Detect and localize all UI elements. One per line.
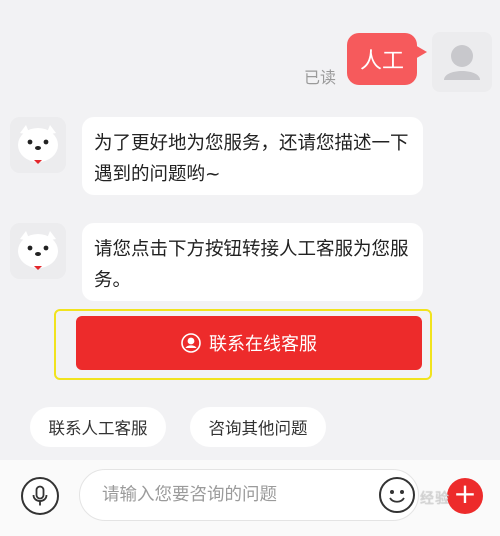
- plus-icon: +: [453, 477, 477, 510]
- smiley-icon: [389, 490, 405, 503]
- quick-reply-label: 联系人工客服: [48, 419, 148, 438]
- microphone-icon: [32, 485, 48, 506]
- user-avatar[interactable]: [432, 32, 492, 92]
- bot-avatar[interactable]: [10, 117, 66, 173]
- emoji-button[interactable]: [379, 477, 415, 513]
- quick-reply-label: 咨询其他问题: [208, 419, 308, 438]
- dog-mascot-icon: [10, 223, 66, 279]
- default-user-icon: [444, 45, 480, 80]
- dog-mascot-icon: [10, 117, 66, 173]
- bot-message-bubble: 请您点击下方按钮转接人工客服为您服务。: [82, 223, 423, 301]
- contact-online-service-button[interactable]: 联系在线客服: [76, 316, 422, 370]
- headset-icon: [181, 333, 201, 353]
- user-message-bubble: 人工: [347, 33, 427, 85]
- contact-online-service-label: 联系在线客服: [209, 334, 317, 355]
- read-status: 已读: [304, 68, 337, 87]
- more-options-button[interactable]: +: [447, 478, 483, 514]
- bot-avatar[interactable]: [10, 223, 66, 279]
- voice-input-button[interactable]: [21, 477, 59, 515]
- bot-message-bubble: 为了更好地为您服务，还请您描述一下遇到的问题哟~: [82, 117, 423, 195]
- message-input[interactable]: 请输入您要咨询的问题: [79, 469, 419, 521]
- quick-reply-human-service[interactable]: 联系人工客服: [30, 407, 166, 447]
- quick-reply-other-questions[interactable]: 咨询其他问题: [190, 407, 326, 447]
- watermark: 经验: [420, 491, 450, 507]
